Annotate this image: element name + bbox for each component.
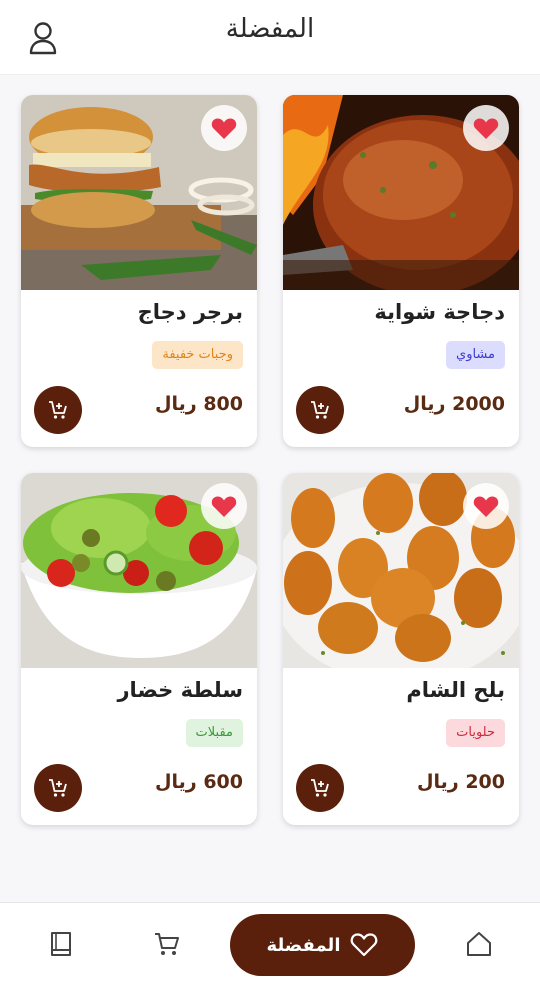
product-price: 2000 ريال xyxy=(403,393,505,415)
heart-icon xyxy=(473,118,499,139)
cart-plus-icon xyxy=(49,779,67,797)
app-header: المفضلة xyxy=(0,0,540,75)
category-tag: وجبات خفيفة xyxy=(152,341,243,369)
product-card[interactable]: دجاجة شواية مشاوي 2000 ريال xyxy=(283,95,519,447)
add-to-cart-button[interactable] xyxy=(34,386,82,434)
nav-orders[interactable] xyxy=(44,927,78,961)
product-name: بلح الشام xyxy=(406,678,505,702)
nav-favorites[interactable]: المفضلة xyxy=(230,914,415,976)
product-name: دجاجة شواية xyxy=(374,300,505,324)
bottom-navigation: المفضلة xyxy=(0,902,540,988)
add-to-cart-button[interactable] xyxy=(296,386,344,434)
nav-favorites-label: المفضلة xyxy=(266,934,341,956)
product-card[interactable]: سلطة خضار مقبلات 600 ريال xyxy=(21,473,257,825)
favorite-toggle[interactable] xyxy=(201,105,247,151)
product-name: سلطة خضار xyxy=(117,678,243,702)
product-price: 600 ريال xyxy=(155,771,243,793)
heart-outline-icon xyxy=(351,933,378,957)
nav-cart[interactable] xyxy=(150,927,184,961)
favorite-toggle[interactable] xyxy=(463,105,509,151)
product-price: 200 ريال xyxy=(417,771,505,793)
category-tag: مقبلات xyxy=(185,719,243,747)
product-name: برجر دجاج xyxy=(137,300,243,324)
add-to-cart-button[interactable] xyxy=(34,764,82,812)
page-title: المفضلة xyxy=(225,14,315,44)
favorite-toggle[interactable] xyxy=(201,483,247,529)
add-to-cart-button[interactable] xyxy=(296,764,344,812)
cart-plus-icon xyxy=(49,401,67,419)
nav-home[interactable] xyxy=(462,927,496,961)
category-tag: حلويات xyxy=(446,719,505,747)
heart-icon xyxy=(473,496,499,517)
cart-plus-icon xyxy=(311,779,329,797)
favorite-toggle[interactable] xyxy=(463,483,509,529)
heart-icon xyxy=(211,496,237,517)
book-icon xyxy=(51,932,71,956)
profile-icon[interactable] xyxy=(26,20,60,56)
product-card[interactable]: برجر دجاج وجبات خفيفة 800 ريال xyxy=(21,95,257,447)
product-price: 800 ريال xyxy=(155,393,243,415)
cart-plus-icon xyxy=(311,401,329,419)
cart-icon xyxy=(155,933,179,955)
product-card[interactable]: بلح الشام حلويات 200 ريال xyxy=(283,473,519,825)
category-tag: مشاوي xyxy=(446,341,505,369)
home-icon xyxy=(467,932,491,956)
heart-icon xyxy=(211,118,237,139)
